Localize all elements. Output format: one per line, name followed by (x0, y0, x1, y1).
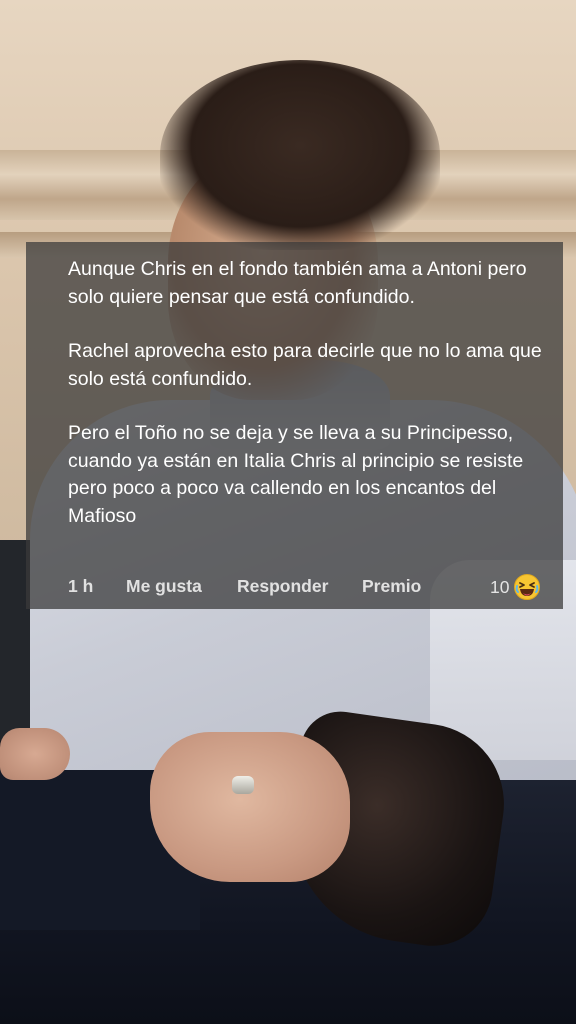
comment-actions: 1 h Me gusta Responder Premio 10 (68, 572, 548, 602)
left-hand (0, 728, 70, 780)
comment-paragraph: Rachel aprovecha esto para decirle que n… (68, 340, 542, 390)
right-hand (150, 732, 350, 882)
reaction-count: 10 (490, 576, 510, 597)
reply-button[interactable]: Responder (237, 576, 328, 597)
story-screen: Aunque Chris en el fondo también ama a A… (0, 0, 576, 1024)
laughing-emoji-icon (513, 573, 541, 601)
reaction-summary[interactable]: 10 (490, 572, 541, 602)
comment-body: Aunque Chris en el fondo también ama a A… (68, 256, 548, 530)
comment-card: Aunque Chris en el fondo también ama a A… (26, 242, 563, 609)
ring (232, 776, 254, 794)
hair (160, 60, 440, 250)
like-button[interactable]: Me gusta (126, 576, 202, 597)
comment-paragraph: Pero el Toño no se deja y se lleva a su … (68, 422, 524, 527)
comment-paragraph: Aunque Chris en el fondo también ama a A… (68, 258, 527, 308)
comment-timestamp: 1 h (68, 576, 94, 596)
award-button[interactable]: Premio (362, 576, 421, 597)
